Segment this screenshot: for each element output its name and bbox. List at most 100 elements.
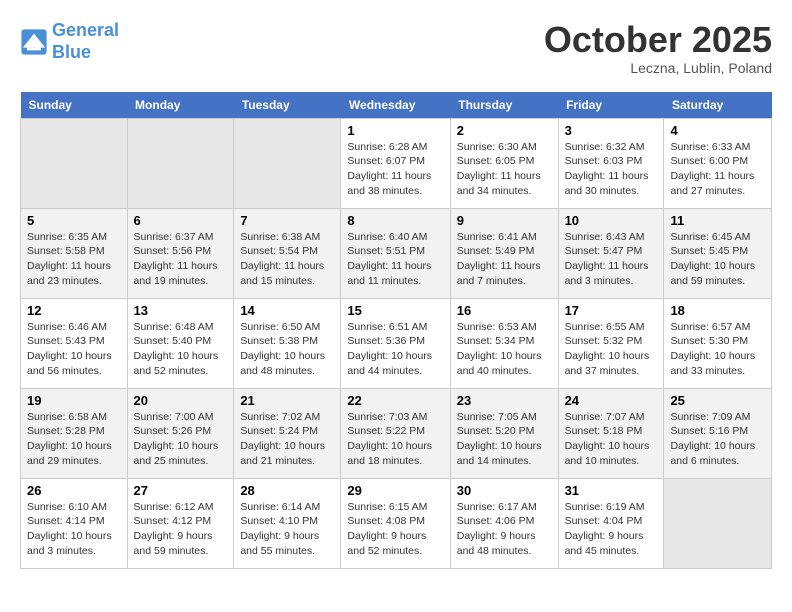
day-number: 29	[347, 483, 443, 498]
day-number: 1	[347, 123, 443, 138]
day-number: 4	[670, 123, 765, 138]
table-row: 20Sunrise: 7:00 AM Sunset: 5:26 PM Dayli…	[127, 388, 234, 478]
table-row: 8 Sunrise: 6:40 AM Sunset: 5:51 PM Daylig…	[341, 208, 450, 298]
day-number: 23	[457, 393, 552, 408]
table-row: 15 Sunrise: 6:51 AM Sunset: 5:36 PM Dayli…	[341, 298, 450, 388]
day-info: Sunrise: 7:05 AM Sunset: 5:20 PM Dayligh…	[457, 410, 552, 469]
day-info: Sunrise: 6:50 AM Sunset: 5:38 PM Dayligh…	[240, 320, 334, 379]
day-number: 25	[670, 393, 765, 408]
table-row	[127, 118, 234, 208]
day-info: Sunrise: 6:12 AM Sunset: 4:12 PM Dayligh…	[134, 500, 228, 559]
col-friday: Friday	[558, 92, 664, 119]
calendar-body: 1 Sunrise: 6:28 AM Sunset: 6:07 PM Daylig…	[21, 118, 772, 568]
day-info: Sunrise: 6:57 AM Sunset: 5:30 PM Dayligh…	[670, 320, 765, 379]
day-info: Sunrise: 6:37 AM Sunset: 5:56 PM Dayligh…	[134, 230, 228, 289]
table-row: 19 Sunrise: 6:58 AM Sunset: 5:28 PM Dayli…	[21, 388, 128, 478]
day-info: Sunrise: 6:15 AM Sunset: 4:08 PM Dayligh…	[347, 500, 443, 559]
day-number: 10	[565, 213, 658, 228]
day-info: Sunrise: 6:46 AM Sunset: 5:43 PM Dayligh…	[27, 320, 121, 379]
col-wednesday: Wednesday	[341, 92, 450, 119]
logo: General Blue	[20, 20, 119, 63]
title-section: October 2025 Leczna, Lublin, Poland	[544, 20, 772, 76]
table-row: 2 Sunrise: 6:30 AM Sunset: 6:05 PM Daylig…	[450, 118, 558, 208]
day-info: Sunrise: 6:30 AM Sunset: 6:05 PM Dayligh…	[457, 140, 552, 199]
day-info: Sunrise: 6:45 AM Sunset: 5:45 PM Dayligh…	[670, 230, 765, 289]
day-number: 22	[347, 393, 443, 408]
day-info: Sunrise: 6:14 AM Sunset: 4:10 PM Dayligh…	[240, 500, 334, 559]
table-row: 14 Sunrise: 6:50 AM Sunset: 5:38 PM Dayli…	[234, 298, 341, 388]
day-info: Sunrise: 6:53 AM Sunset: 5:34 PM Dayligh…	[457, 320, 552, 379]
logo-icon	[20, 28, 48, 56]
day-number: 14	[240, 303, 334, 318]
day-info: Sunrise: 6:10 AM Sunset: 4:14 PM Dayligh…	[27, 500, 121, 559]
day-number: 28	[240, 483, 334, 498]
day-number: 30	[457, 483, 552, 498]
day-number: 17	[565, 303, 658, 318]
day-number: 13	[134, 303, 228, 318]
day-info: Sunrise: 6:51 AM Sunset: 5:36 PM Dayligh…	[347, 320, 443, 379]
table-row: 25 Sunrise: 7:09 AM Sunset: 5:16 PM Dayli…	[664, 388, 772, 478]
day-info: Sunrise: 6:38 AM Sunset: 5:54 PM Dayligh…	[240, 230, 334, 289]
day-number: 12	[27, 303, 121, 318]
table-row: 26 Sunrise: 6:10 AM Sunset: 4:14 PM Dayli…	[21, 478, 128, 568]
day-info: Sunrise: 6:28 AM Sunset: 6:07 PM Dayligh…	[347, 140, 443, 199]
day-number: 24	[565, 393, 658, 408]
day-info: Sunrise: 7:00 AM Sunset: 5:26 PM Dayligh…	[134, 410, 228, 469]
table-row: 24 Sunrise: 7:07 AM Sunset: 5:18 PM Dayli…	[558, 388, 664, 478]
day-number: 15	[347, 303, 443, 318]
table-row: 4 Sunrise: 6:33 AM Sunset: 6:00 PM Daylig…	[664, 118, 772, 208]
col-saturday: Saturday	[664, 92, 772, 119]
table-row: 3 Sunrise: 6:32 AM Sunset: 6:03 PM Daylig…	[558, 118, 664, 208]
table-row: 29 Sunrise: 6:15 AM Sunset: 4:08 PM Dayli…	[341, 478, 450, 568]
page-header: General Blue October 2025 Leczna, Lublin…	[20, 20, 772, 76]
calendar-table: Sunday Monday Tuesday Wednesday Thursday…	[20, 92, 772, 569]
day-info: Sunrise: 6:58 AM Sunset: 5:28 PM Dayligh…	[27, 410, 121, 469]
day-number: 19	[27, 393, 121, 408]
day-number: 5	[27, 213, 121, 228]
table-row: 10 Sunrise: 6:43 AM Sunset: 5:47 PM Dayli…	[558, 208, 664, 298]
day-info: Sunrise: 6:41 AM Sunset: 5:49 PM Dayligh…	[457, 230, 552, 289]
day-number: 2	[457, 123, 552, 138]
table-row: 18 Sunrise: 6:57 AM Sunset: 5:30 PM Dayli…	[664, 298, 772, 388]
day-info: Sunrise: 6:40 AM Sunset: 5:51 PM Dayligh…	[347, 230, 443, 289]
table-row: 12 Sunrise: 6:46 AM Sunset: 5:43 PM Dayli…	[21, 298, 128, 388]
day-number: 11	[670, 213, 765, 228]
day-number: 18	[670, 303, 765, 318]
table-row: 21 Sunrise: 7:02 AM Sunset: 5:24 PM Dayli…	[234, 388, 341, 478]
table-row: 28 Sunrise: 6:14 AM Sunset: 4:10 PM Dayli…	[234, 478, 341, 568]
day-info: Sunrise: 6:17 AM Sunset: 4:06 PM Dayligh…	[457, 500, 552, 559]
day-number: 16	[457, 303, 552, 318]
table-row: 13 Sunrise: 6:48 AM Sunset: 5:40 PM Dayli…	[127, 298, 234, 388]
table-row: 1 Sunrise: 6:28 AM Sunset: 6:07 PM Daylig…	[341, 118, 450, 208]
day-number: 6	[134, 213, 228, 228]
day-number: 27	[134, 483, 228, 498]
table-row: 31 Sunrise: 6:19 AM Sunset: 4:04 PM Dayli…	[558, 478, 664, 568]
location: Leczna, Lublin, Poland	[544, 60, 772, 76]
col-monday: Monday	[127, 92, 234, 119]
day-info: Sunrise: 7:02 AM Sunset: 5:24 PM Dayligh…	[240, 410, 334, 469]
table-row: 22Sunrise: 7:03 AM Sunset: 5:22 PM Dayli…	[341, 388, 450, 478]
month-title: October 2025	[544, 20, 772, 60]
day-number: 8	[347, 213, 443, 228]
day-info: Sunrise: 6:55 AM Sunset: 5:32 PM Dayligh…	[565, 320, 658, 379]
day-number: 9	[457, 213, 552, 228]
day-number: 3	[565, 123, 658, 138]
day-info: Sunrise: 6:43 AM Sunset: 5:47 PM Dayligh…	[565, 230, 658, 289]
day-info: Sunrise: 7:07 AM Sunset: 5:18 PM Dayligh…	[565, 410, 658, 469]
day-number: 31	[565, 483, 658, 498]
table-row	[234, 118, 341, 208]
col-sunday: Sunday	[21, 92, 128, 119]
day-number: 26	[27, 483, 121, 498]
day-info: Sunrise: 7:09 AM Sunset: 5:16 PM Dayligh…	[670, 410, 765, 469]
table-row: 16 Sunrise: 6:53 AM Sunset: 5:34 PM Dayli…	[450, 298, 558, 388]
table-row: 30 Sunrise: 6:17 AM Sunset: 4:06 PM Dayli…	[450, 478, 558, 568]
day-info: Sunrise: 6:32 AM Sunset: 6:03 PM Dayligh…	[565, 140, 658, 199]
table-row: 5Sunrise: 6:35 AM Sunset: 5:58 PM Daylig…	[21, 208, 128, 298]
table-row: 27 Sunrise: 6:12 AM Sunset: 4:12 PM Dayli…	[127, 478, 234, 568]
day-info: Sunrise: 6:48 AM Sunset: 5:40 PM Dayligh…	[134, 320, 228, 379]
day-info: Sunrise: 6:33 AM Sunset: 6:00 PM Dayligh…	[670, 140, 765, 199]
table-row	[664, 478, 772, 568]
day-number: 21	[240, 393, 334, 408]
table-row: 17 Sunrise: 6:55 AM Sunset: 5:32 PM Dayli…	[558, 298, 664, 388]
day-info: Sunrise: 6:19 AM Sunset: 4:04 PM Dayligh…	[565, 500, 658, 559]
